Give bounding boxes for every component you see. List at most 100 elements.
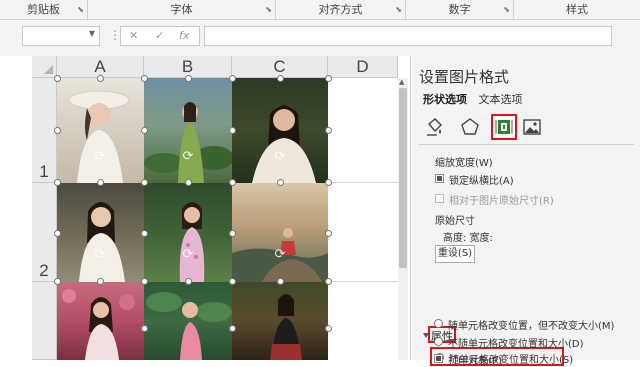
original-size-label: 原始尺寸 — [435, 216, 475, 227]
ribbon-group-label: 样式 — [566, 3, 588, 16]
radio-no-move-no-size[interactable] — [434, 337, 443, 346]
size-properties-icon[interactable] — [491, 114, 517, 140]
resize-handle[interactable] — [97, 278, 104, 285]
select-all-button[interactable] — [32, 56, 57, 78]
rotate-icon[interactable]: ⟳ — [273, 150, 287, 164]
ribbon-group-alignment: 对齐方式 ⬊ — [276, 0, 406, 20]
dialog-launcher-icon[interactable]: ⬊ — [265, 5, 272, 15]
scrollbar-thumb[interactable] — [399, 88, 407, 268]
resize-handle[interactable] — [325, 278, 332, 285]
picture-icon[interactable] — [521, 116, 543, 138]
ribbon-group-label: 字体 — [170, 3, 193, 16]
scroll-up-icon[interactable]: ▲ — [399, 78, 404, 86]
column-header-d[interactable]: D — [328, 56, 398, 78]
resize-handle[interactable] — [277, 75, 284, 82]
photo-b1[interactable] — [144, 78, 232, 183]
rotate-icon[interactable]: ⟳ — [181, 150, 195, 164]
fill-line-icon[interactable] — [423, 116, 445, 138]
photo-a3-art — [62, 289, 135, 360]
chevron-down-icon[interactable]: ▼ — [89, 29, 95, 38]
pane-tabs: 形状选项 文本选项 — [423, 91, 531, 107]
photo-c3[interactable] — [232, 282, 328, 360]
resize-handle[interactable] — [229, 325, 236, 332]
resize-handle[interactable] — [54, 75, 61, 82]
resize-handle[interactable] — [185, 75, 192, 82]
tab-shape-options[interactable]: 形状选项 — [423, 93, 467, 106]
photo-b1-art — [144, 102, 232, 183]
photo-c2-art — [232, 228, 328, 282]
resize-handle[interactable] — [325, 179, 332, 186]
dialog-launcher-icon[interactable]: ⬊ — [503, 5, 510, 15]
row-number: 2 — [39, 261, 49, 280]
resize-handle[interactable] — [141, 75, 148, 82]
photo-b3[interactable] — [144, 282, 232, 360]
insert-function-icon[interactable]: fx — [179, 29, 189, 42]
resize-handle[interactable] — [97, 179, 104, 186]
resize-handle[interactable] — [185, 179, 192, 186]
gridline — [328, 281, 398, 282]
resize-handle[interactable] — [141, 230, 148, 237]
resize-handle[interactable] — [54, 278, 61, 285]
cancel-icon[interactable]: ✕ — [129, 29, 138, 42]
resize-handle[interactable] — [229, 75, 236, 82]
reset-button[interactable]: 重设(S) — [435, 245, 475, 263]
formula-input[interactable] — [204, 26, 612, 46]
resize-handle[interactable] — [325, 75, 332, 82]
vertical-scrollbar[interactable]: ▲ — [398, 78, 408, 360]
resize-handle[interactable] — [277, 179, 284, 186]
size-properties-icon-glyph — [495, 120, 513, 134]
photo-a1[interactable] — [57, 78, 144, 183]
scale-width-label: 缩放宽度(W) — [435, 158, 493, 169]
resize-handle[interactable] — [54, 179, 61, 186]
resize-handle[interactable] — [141, 179, 148, 186]
dialog-launcher-icon[interactable]: ⬊ — [77, 5, 84, 15]
rotate-icon[interactable]: ⟳ — [93, 150, 107, 164]
enter-icon[interactable]: ✓ — [155, 29, 164, 42]
rotate-icon[interactable]: ⟳ — [93, 248, 107, 262]
resize-handle[interactable] — [325, 127, 332, 134]
lock-aspect-label: 锁定纵横比(A) — [449, 176, 514, 187]
resize-handle[interactable] — [325, 230, 332, 237]
dialog-launcher-icon[interactable]: ⬊ — [395, 5, 402, 15]
ribbon-group-label: 数字 — [448, 3, 471, 16]
photo-b2[interactable] — [144, 183, 232, 282]
rotate-icon[interactable]: ⟳ — [273, 248, 287, 262]
photo-a3[interactable] — [57, 282, 144, 360]
photo-c2[interactable] — [232, 183, 328, 282]
resize-handle[interactable] — [325, 325, 332, 332]
resize-handle[interactable] — [54, 230, 61, 237]
gridline — [328, 182, 398, 183]
resize-handle[interactable] — [229, 230, 236, 237]
row-number: 1 — [39, 162, 49, 181]
name-box[interactable]: ▼ — [22, 26, 100, 46]
relative-size-checkbox[interactable] — [435, 194, 444, 203]
resize-handle[interactable] — [229, 278, 236, 285]
height-width-label: 高度: 宽度: — [443, 233, 493, 244]
ribbon-group-styles: 样式 — [514, 0, 640, 20]
ribbon-group-clipboard: 剪贴板 ⬊ — [0, 0, 88, 20]
print-object-checkbox[interactable] — [434, 354, 443, 363]
photo-c1[interactable] — [232, 78, 328, 183]
tab-text-options[interactable]: 文本选项 — [479, 93, 523, 106]
photo-a2-art — [79, 202, 125, 282]
lock-aspect-checkbox[interactable] — [435, 174, 444, 183]
option-no-move-no-size-label: 不随单元格改变位置和大小(D) — [448, 339, 584, 350]
radio-move-no-size[interactable] — [434, 319, 443, 328]
resize-handle[interactable] — [229, 127, 236, 134]
effects-pentagon-icon[interactable] — [459, 116, 481, 138]
pane-title: 设置图片格式 — [419, 68, 510, 86]
photo-c3-art — [270, 294, 302, 360]
resize-handle[interactable] — [141, 127, 148, 134]
rotate-icon[interactable]: ⟳ — [181, 248, 195, 262]
resize-handle[interactable] — [141, 325, 148, 332]
resize-handle[interactable] — [277, 278, 284, 285]
resize-handle[interactable] — [185, 278, 192, 285]
resize-handle[interactable] — [229, 179, 236, 186]
resize-handle[interactable] — [54, 127, 61, 134]
row-header-3[interactable] — [32, 282, 57, 360]
resize-handle[interactable] — [141, 278, 148, 285]
resize-handle[interactable] — [97, 75, 104, 82]
photo-b3-art — [146, 292, 232, 360]
photo-b2-art — [179, 202, 205, 282]
photo-a2[interactable] — [57, 183, 144, 282]
